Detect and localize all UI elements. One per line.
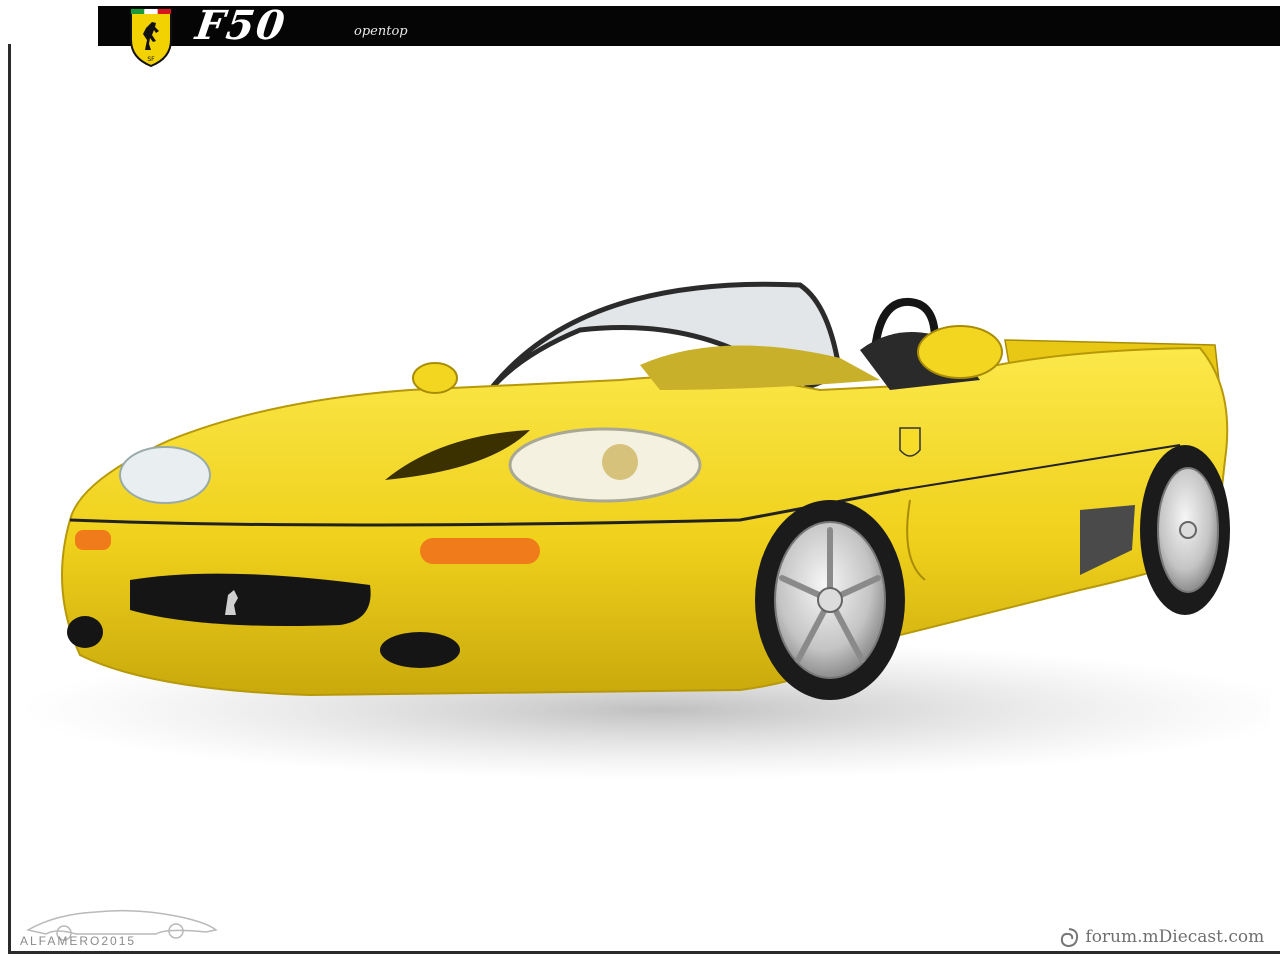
fog-light-right [380,632,460,668]
image-frame: SF F50 opentop ALFAMERO2015 forum.mDieca… [0,0,1280,960]
svg-text:SF: SF [147,56,155,63]
fog-light-left [67,616,103,648]
model-title: F50 [192,2,290,49]
site-watermark: forum.mDiecast.com [1058,922,1278,952]
side-shield-icon [899,427,921,457]
cockpit-interior [640,345,880,390]
frame-left-border [8,44,11,954]
front-mirror [412,362,458,394]
photographer-watermark: ALFAMERO2015 [20,934,137,948]
ferrari-shield-logo: SF [130,8,172,68]
headlight-left [119,446,211,504]
swirl-icon [1060,927,1079,947]
model-variant: opentop [354,24,408,39]
side-mirror [917,325,1003,379]
site-watermark-text: forum.mDiecast.com [1085,927,1265,947]
indicator-right [420,538,540,564]
car-photo [20,281,1270,780]
frame-bottom-border [8,951,1280,954]
indicator-left [75,530,111,550]
